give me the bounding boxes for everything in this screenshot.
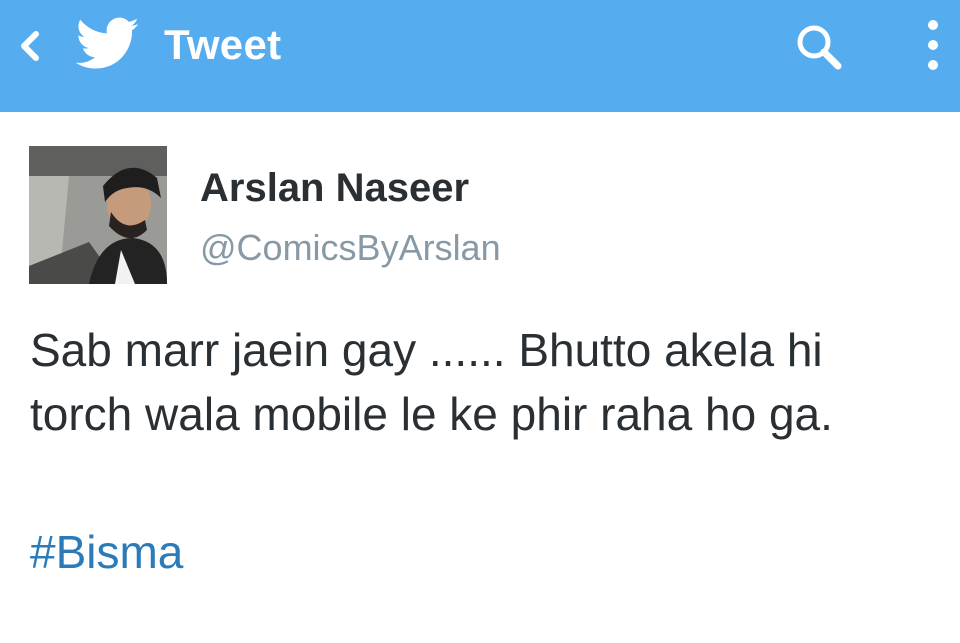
tweet-text: Sab marr jaein gay ...... Bhutto akela h… bbox=[30, 318, 940, 446]
chevron-left-icon bbox=[21, 31, 39, 61]
twitter-bird-icon bbox=[75, 17, 140, 71]
back-button[interactable] bbox=[14, 26, 46, 66]
hashtag-link[interactable]: #Bisma bbox=[30, 524, 183, 580]
appbar-title: Tweet bbox=[164, 21, 282, 68]
tweet-text-line: Sab marr jaein gay ...... Bhutto akela h… bbox=[30, 324, 823, 376]
more-vertical-icon bbox=[928, 20, 938, 70]
search-button[interactable] bbox=[790, 20, 850, 72]
search-icon bbox=[797, 25, 842, 70]
author-name[interactable]: Arslan Naseer bbox=[200, 164, 469, 212]
overflow-menu-button[interactable] bbox=[918, 16, 948, 74]
tweet-text-line: torch wala mobile le ke phir raha ho ga. bbox=[30, 388, 833, 440]
tweet-detail: Arslan Naseer @ComicsByArslan Sab marr j… bbox=[0, 112, 960, 643]
author-handle[interactable]: @ComicsByArslan bbox=[200, 226, 501, 270]
app-bar: Tweet bbox=[0, 0, 960, 112]
avatar[interactable] bbox=[29, 146, 167, 284]
